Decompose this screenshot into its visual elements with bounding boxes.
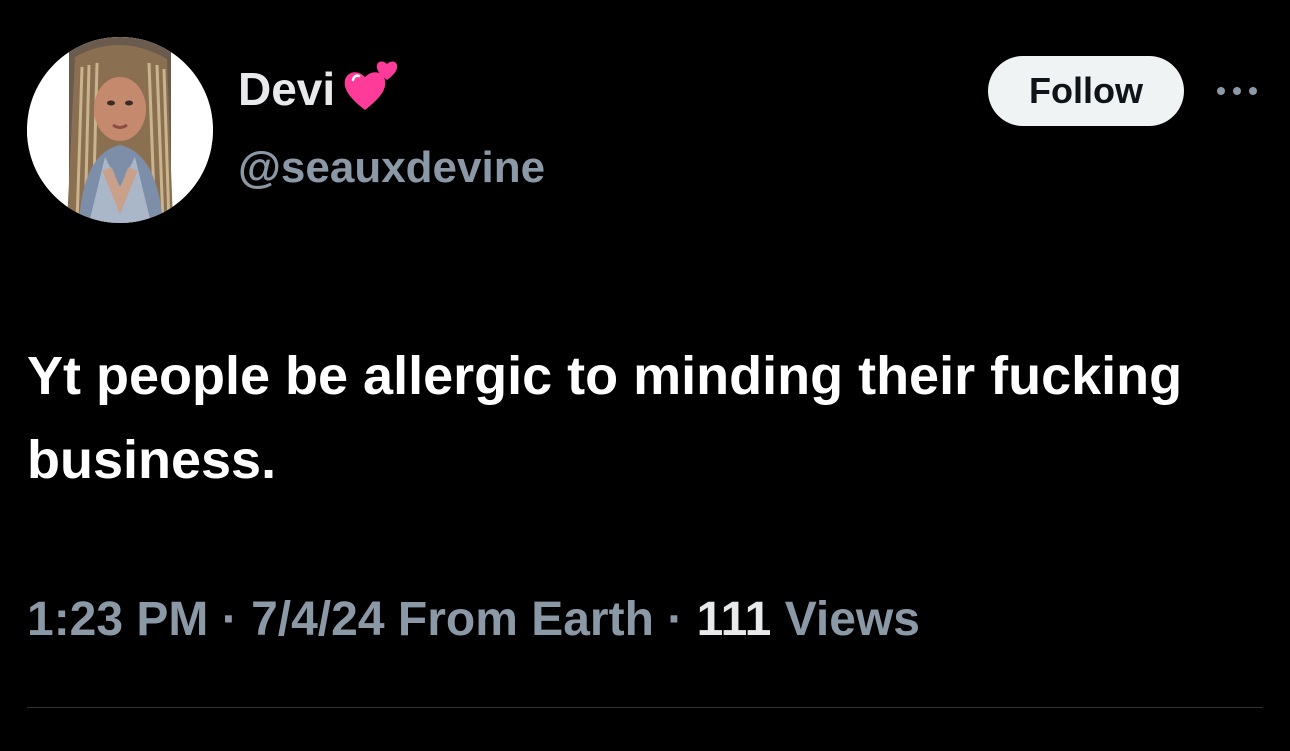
tweet-text: Yt people be allergic to minding their f… [27,346,1183,490]
display-name[interactable]: Devi [238,66,335,112]
tweet-date[interactable]: 7/4/24 [251,593,384,646]
author-handle[interactable]: @seauxdevine [238,146,545,190]
meta-separator: · [667,593,684,646]
divider [27,707,1263,708]
tweet-card: Devi @seauxdevine Follow Yt people be al… [0,0,1290,751]
meta-separator: · [221,593,238,646]
follow-button[interactable]: Follow [988,56,1184,126]
views-label: Views [784,593,920,646]
tweet-time[interactable]: 1:23 PM [27,593,208,646]
tweet-source: From Earth [397,593,654,646]
views-count[interactable]: 111 [697,593,772,646]
profile-photo-icon [27,37,213,223]
tweet-meta: 1:23 PM · 7/4/24 From Earth · 111 Views [27,596,920,644]
author-name-row[interactable]: Devi [238,61,403,116]
avatar[interactable] [27,37,213,223]
more-horizontal-icon[interactable] [1212,78,1262,104]
two-hearts-icon [341,54,403,116]
